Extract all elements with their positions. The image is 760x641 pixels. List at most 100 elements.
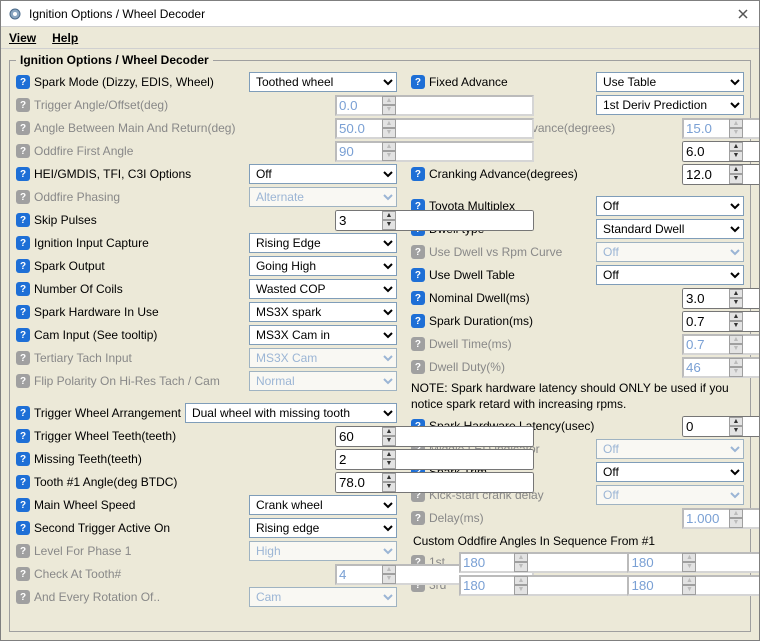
spin-down-icon: ▼	[682, 562, 696, 572]
info-icon[interactable]: ?	[16, 429, 30, 443]
spark-mode-select[interactable]: Toothed wheel	[249, 72, 397, 92]
spin-down-icon[interactable]: ▼	[729, 298, 743, 308]
spin-up-icon[interactable]: ▲	[729, 142, 743, 152]
tooth1-label: Tooth #1 Angle(deg BTDC)	[34, 475, 177, 489]
spin-up-icon[interactable]: ▲	[382, 427, 396, 437]
fixed-advance-select[interactable]: Use Table	[596, 72, 744, 92]
hei-label: HEI/GMDIS, TFI, C3I Options	[34, 167, 191, 181]
info-icon[interactable]: ?	[16, 167, 30, 181]
info-icon[interactable]: ?	[411, 314, 425, 328]
crank-advance-input[interactable]	[682, 164, 759, 185]
info-icon[interactable]: ?	[16, 213, 30, 227]
info-icon[interactable]: ?	[16, 406, 30, 420]
wheel-teeth-input[interactable]	[335, 426, 534, 447]
spark-output-select[interactable]: Going High	[249, 256, 397, 276]
hw-in-use-select[interactable]: MS3X spark	[249, 302, 397, 322]
wheel-arrange-select[interactable]: Dual wheel with missing tooth	[185, 403, 397, 423]
spin-up-icon[interactable]: ▲	[382, 211, 396, 221]
tooth1-input[interactable]	[335, 472, 534, 493]
second-trigger-select[interactable]: Rising edge	[249, 518, 397, 538]
crank-advance-label: Cranking Advance(degrees)	[429, 167, 578, 181]
dwell-time-input	[682, 334, 759, 355]
spark-duration-input[interactable]	[682, 311, 759, 332]
num-coils-select[interactable]: Wasted COP	[249, 279, 397, 299]
info-icon[interactable]: ?	[16, 521, 30, 535]
delay-label: Delay(ms)	[429, 511, 484, 525]
menu-help[interactable]: Help	[52, 31, 78, 45]
hei-select[interactable]: Off	[249, 164, 397, 184]
spin-down-icon: ▼	[729, 128, 743, 138]
level-phase1-select: High	[249, 541, 397, 561]
info-icon: ?	[16, 544, 30, 558]
spin-down-icon[interactable]: ▼	[382, 436, 396, 446]
spin-up-icon[interactable]: ▲	[729, 165, 743, 175]
menu-view[interactable]: View	[9, 31, 36, 45]
dwell-type-select[interactable]: Standard Dwell	[596, 219, 744, 239]
spin-down-icon: ▼	[514, 562, 528, 572]
spark-trim-select[interactable]: Off	[596, 462, 744, 482]
flip-polarity-label: Flip Polarity On Hi-Res Tach / Cam	[34, 374, 220, 388]
info-icon[interactable]: ?	[16, 236, 30, 250]
info-icon[interactable]: ?	[16, 282, 30, 296]
oddfire-phasing-select: Alternate	[249, 187, 397, 207]
oddfire-phasing-label: Oddfire Phasing	[34, 190, 120, 204]
nominal-dwell-input[interactable]	[682, 288, 759, 309]
middle-led-select: Off	[596, 439, 744, 459]
spin-down-icon[interactable]: ▼	[382, 459, 396, 469]
info-icon[interactable]: ?	[16, 75, 30, 89]
spin-down-icon[interactable]: ▼	[729, 174, 743, 184]
check-tooth-label: Check At Tooth#	[34, 567, 121, 581]
missing-teeth-input[interactable]	[335, 449, 534, 470]
use-prediction-select[interactable]: 1st Deriv Prediction	[596, 95, 744, 115]
crank-dwell-input[interactable]	[682, 141, 759, 162]
angle-main-return-input	[335, 118, 534, 139]
cam-input-label: Cam Input (See tooltip)	[34, 328, 157, 342]
info-icon[interactable]: ?	[16, 328, 30, 342]
spin-up-icon: ▲	[729, 335, 743, 345]
spin-down-icon: ▼	[382, 574, 396, 584]
spin-up-icon: ▲	[682, 553, 696, 563]
spin-down-icon: ▼	[382, 151, 396, 161]
spin-down-icon[interactable]: ▼	[729, 426, 743, 436]
info-icon[interactable]: ?	[16, 498, 30, 512]
tertiary-tach-label: Tertiary Tach Input	[34, 351, 132, 365]
main-wheel-speed-select[interactable]: Crank wheel	[249, 495, 397, 515]
info-icon[interactable]: ?	[411, 75, 425, 89]
spin-up-icon: ▲	[514, 553, 528, 563]
spin-down-icon[interactable]: ▼	[382, 220, 396, 230]
spin-up-icon: ▲	[382, 565, 396, 575]
info-icon[interactable]: ?	[16, 452, 30, 466]
spin-down-icon[interactable]: ▼	[382, 482, 396, 492]
spark-duration-label: Spark Duration(ms)	[429, 314, 533, 328]
dialog-window: Ignition Options / Wheel Decoder View He…	[0, 0, 760, 641]
spin-up-icon[interactable]: ▲	[729, 417, 743, 427]
input-capture-select[interactable]: Rising Edge	[249, 233, 397, 253]
info-icon: ?	[16, 374, 30, 388]
dwell-table-select[interactable]: Off	[596, 265, 744, 285]
info-icon[interactable]: ?	[16, 475, 30, 489]
spin-up-icon: ▲	[729, 119, 743, 129]
cam-input-select[interactable]: MS3X Cam in	[249, 325, 397, 345]
info-icon[interactable]: ?	[16, 259, 30, 273]
level-phase1-label: Level For Phase 1	[34, 544, 131, 558]
spin-up-icon: ▲	[729, 358, 743, 368]
spin-down-icon[interactable]: ▼	[729, 151, 743, 161]
spin-up-icon[interactable]: ▲	[382, 473, 396, 483]
info-icon[interactable]: ?	[411, 167, 425, 181]
info-icon: ?	[411, 245, 425, 259]
spin-down-icon[interactable]: ▼	[729, 321, 743, 331]
latency-input[interactable]	[682, 416, 759, 437]
close-button[interactable]	[733, 4, 753, 24]
toyota-select[interactable]: Off	[596, 196, 744, 216]
info-icon[interactable]: ?	[411, 268, 425, 282]
every-rotation-select: Cam	[249, 587, 397, 607]
spin-up-icon[interactable]: ▲	[729, 312, 743, 322]
spin-down-icon: ▼	[682, 585, 696, 595]
hw-in-use-label: Spark Hardware In Use	[34, 305, 159, 319]
skip-pulses-input[interactable]	[335, 210, 534, 231]
spin-up-icon[interactable]: ▲	[382, 450, 396, 460]
info-icon[interactable]: ?	[411, 291, 425, 305]
spin-up-icon[interactable]: ▲	[729, 289, 743, 299]
info-icon[interactable]: ?	[16, 305, 30, 319]
info-icon: ?	[16, 190, 30, 204]
